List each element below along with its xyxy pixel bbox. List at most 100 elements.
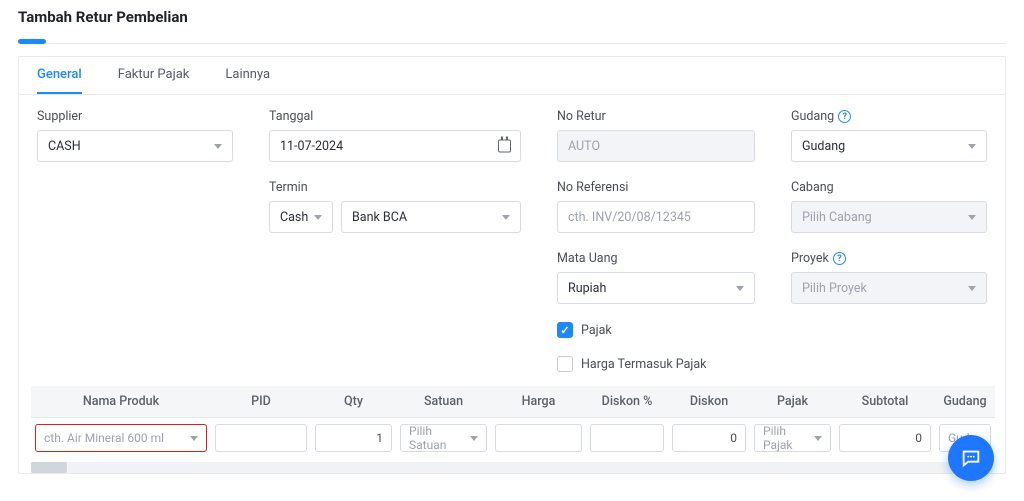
- label-cabang: Cabang: [791, 180, 987, 195]
- proyek-placeholder: Pilih Proyek: [802, 281, 867, 296]
- cell-diskon[interactable]: 0: [672, 424, 746, 452]
- items-table: Nama Produk PID Qty Satuan Harga Diskon …: [31, 386, 995, 458]
- col-gudang-etc: Gudang ? Gudang Cabang Pilih Cabang Proy…: [791, 109, 987, 304]
- supplier-select[interactable]: CASH: [37, 130, 233, 162]
- mata-uang-select[interactable]: Rupiah: [557, 272, 755, 304]
- tab-faktur-pajak[interactable]: Faktur Pajak: [118, 67, 190, 94]
- field-tanggal: Tanggal 11-07-2024: [269, 109, 521, 162]
- termin-type-value: Cash: [280, 210, 308, 225]
- gudang-value: Gudang: [802, 139, 845, 154]
- form-grid: Supplier CASH Tanggal 11-07-2024 Termin: [19, 95, 1005, 376]
- table-row: 0: [668, 418, 750, 458]
- table-row: cth. Air Mineral 600 ml: [31, 418, 211, 458]
- label-no-referensi: No Referensi: [557, 180, 755, 195]
- termin-bank-select[interactable]: Bank BCA: [341, 201, 521, 233]
- table-row: 1: [311, 418, 396, 458]
- help-icon[interactable]: ?: [838, 110, 851, 123]
- label-tanggal: Tanggal: [269, 109, 521, 124]
- label-termin: Termin: [269, 180, 521, 195]
- field-proyek: Proyek ? Pilih Proyek: [791, 251, 987, 304]
- tanggal-value: 11-07-2024: [280, 139, 343, 154]
- checkbox-pajak-label: Pajak: [581, 323, 612, 338]
- termin-type-select[interactable]: Cash: [269, 201, 333, 233]
- chevron-down-icon: [968, 215, 976, 220]
- table-row: 0: [835, 418, 935, 458]
- th-satuan: Satuan: [396, 386, 491, 418]
- label-no-retur: No Retur: [557, 109, 755, 124]
- label-mata-uang: Mata Uang: [557, 251, 755, 266]
- tab-lainnya[interactable]: Lainnya: [225, 67, 270, 94]
- checkbox-harga-label: Harga Termasuk Pajak: [581, 357, 707, 372]
- label-proyek: Proyek ?: [791, 251, 987, 266]
- cabang-placeholder: Pilih Cabang: [802, 210, 872, 225]
- field-no-retur: No Retur AUTO: [557, 109, 755, 162]
- supplier-value: CASH: [48, 139, 81, 154]
- nama-produk-placeholder: cth. Air Mineral 600 ml: [44, 431, 164, 445]
- th-nama-produk: Nama Produk: [31, 386, 211, 418]
- horizontal-scrollbar[interactable]: [31, 462, 993, 473]
- checkbox-pajak[interactable]: ✓ Pajak: [557, 322, 755, 338]
- help-icon[interactable]: ?: [833, 252, 846, 265]
- chevron-down-icon: [968, 286, 976, 291]
- satuan-placeholder: Pilih Satuan: [409, 424, 470, 452]
- no-retur-input: AUTO: [557, 130, 755, 162]
- cell-nama-produk[interactable]: cth. Air Mineral 600 ml: [35, 424, 207, 452]
- cell-subtotal[interactable]: 0: [839, 424, 931, 452]
- checkbox-icon: [557, 356, 573, 372]
- cell-harga[interactable]: [495, 424, 582, 452]
- calendar-icon: [498, 140, 511, 153]
- th-qty: Qty: [311, 386, 396, 418]
- no-retur-value: AUTO: [568, 139, 600, 154]
- th-harga: Harga: [491, 386, 586, 418]
- field-supplier: Supplier CASH: [37, 109, 233, 162]
- proyek-select[interactable]: Pilih Proyek: [791, 272, 987, 304]
- chevron-down-icon: [814, 436, 822, 441]
- termin-bank-value: Bank BCA: [352, 210, 407, 225]
- label-supplier: Supplier: [37, 109, 233, 124]
- items-table-wrap: Nama Produk PID Qty Satuan Harga Diskon …: [19, 386, 1005, 473]
- th-gudang: Gudang: [935, 386, 995, 418]
- chevron-down-icon: [214, 144, 222, 149]
- chat-icon: [960, 447, 982, 469]
- cabang-select[interactable]: Pilih Cabang: [791, 201, 987, 233]
- cell-qty[interactable]: 1: [315, 424, 392, 452]
- progress-bar: [18, 36, 1006, 44]
- table-row: [491, 418, 586, 458]
- table-row: [586, 418, 668, 458]
- chevron-down-icon: [314, 215, 322, 220]
- field-gudang: Gudang ? Gudang: [791, 109, 987, 162]
- chevron-down-icon: [502, 215, 510, 220]
- cell-satuan[interactable]: Pilih Satuan: [400, 424, 487, 452]
- cell-diskon-pct[interactable]: [590, 424, 664, 452]
- cell-pid[interactable]: [215, 424, 307, 452]
- tab-general[interactable]: General: [37, 67, 82, 94]
- checkbox-harga-termasuk-pajak[interactable]: Harga Termasuk Pajak: [557, 356, 755, 372]
- tanggal-input[interactable]: 11-07-2024: [269, 130, 521, 162]
- chat-fab-button[interactable]: [948, 435, 994, 481]
- th-pajak: Pajak: [750, 386, 835, 418]
- scrollbar-thumb[interactable]: [31, 462, 67, 473]
- th-subtotal: Subtotal: [835, 386, 935, 418]
- tab-bar: General Faktur Pajak Lainnya: [19, 57, 1005, 95]
- no-referensi-input[interactable]: cth. INV/20/08/12345: [557, 201, 755, 233]
- chevron-down-icon: [736, 286, 744, 291]
- col-noretur-etc: No Retur AUTO No Referensi cth. INV/20/0…: [557, 109, 755, 372]
- label-gudang: Gudang ?: [791, 109, 987, 124]
- no-referensi-placeholder: cth. INV/20/08/12345: [568, 210, 691, 225]
- table-row: Pilih Satuan: [396, 418, 491, 458]
- field-cabang: Cabang Pilih Cabang: [791, 180, 987, 233]
- cell-pajak[interactable]: Pilih Pajak: [754, 424, 831, 452]
- gudang-select[interactable]: Gudang: [791, 130, 987, 162]
- pajak-placeholder: Pilih Pajak: [763, 424, 814, 452]
- chevron-down-icon: [190, 436, 198, 441]
- th-diskon: Diskon: [668, 386, 750, 418]
- mata-uang-value: Rupiah: [568, 281, 606, 296]
- table-row: Pilih Pajak: [750, 418, 835, 458]
- chevron-down-icon: [470, 436, 478, 441]
- progress-segment: [18, 39, 46, 44]
- field-no-referensi: No Referensi cth. INV/20/08/12345: [557, 180, 755, 233]
- chevron-down-icon: [968, 144, 976, 149]
- th-diskon-pct: Diskon %: [586, 386, 668, 418]
- field-termin: Termin Cash Bank BCA: [269, 180, 521, 233]
- label-proyek-text: Proyek: [791, 251, 829, 266]
